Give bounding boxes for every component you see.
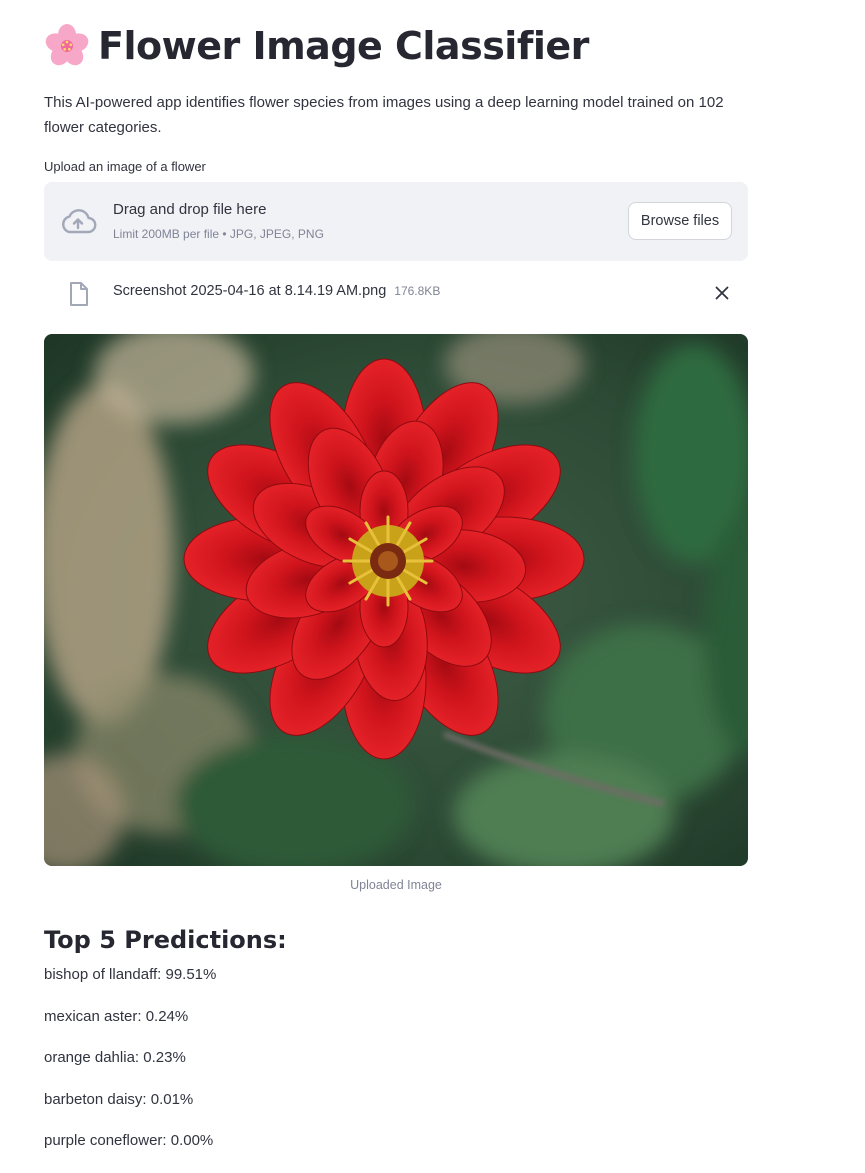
dropzone-instructions: Drag and drop file here <box>113 201 267 218</box>
prediction-item: bishop of llandaff: 99.51% <box>44 966 217 983</box>
app-description: This AI-powered app identifies flower sp… <box>44 94 724 136</box>
uploader-label: Upload an image of a flower <box>44 159 206 174</box>
prediction-item: orange dahlia: 0.23% <box>44 1049 186 1066</box>
uploaded-file-info: Screenshot 2025-04-16 at 8.14.19 AM.png 1… <box>113 283 440 299</box>
prediction-item: purple coneflower: 0.00% <box>44 1132 214 1149</box>
page-title: Flower Image Classifier <box>98 24 589 68</box>
cloud-upload-icon <box>62 209 97 234</box>
title-row: Flower Image Classifier <box>44 18 748 74</box>
file-icon <box>70 282 88 306</box>
image-caption: Uploaded Image <box>350 878 442 892</box>
uploaded-file-row: Screenshot 2025-04-16 at 8.14.19 AM.png 1… <box>44 261 748 325</box>
uploaded-file-name: Screenshot 2025-04-16 at 8.14.19 AM.png <box>113 283 387 299</box>
close-icon[interactable] <box>714 285 730 301</box>
main-container: Flower Image Classifier This AI-powered … <box>44 0 748 1173</box>
file-dropzone[interactable]: Drag and drop file here Limit 200MB per … <box>44 182 748 261</box>
browse-files-button[interactable]: Browse files <box>628 202 732 240</box>
uploaded-image <box>44 334 748 866</box>
dropzone-text: Drag and drop file here Limit 200MB per … <box>113 201 324 241</box>
uploaded-file-size: 176.8KB <box>394 284 441 298</box>
predictions-list: bishop of llandaff: 99.51% mexican aster… <box>44 965 748 1173</box>
dropzone-limit: Limit 200MB per file • JPG, JPEG, PNG <box>113 227 324 241</box>
prediction-item: barbeton daisy: 0.01% <box>44 1090 194 1108</box>
predictions-heading: Top 5 Predictions: <box>44 926 287 954</box>
flower-photo <box>44 334 748 866</box>
prediction-item: mexican aster: 0.24% <box>44 1007 189 1025</box>
cherry-blossom-icon <box>45 24 89 66</box>
